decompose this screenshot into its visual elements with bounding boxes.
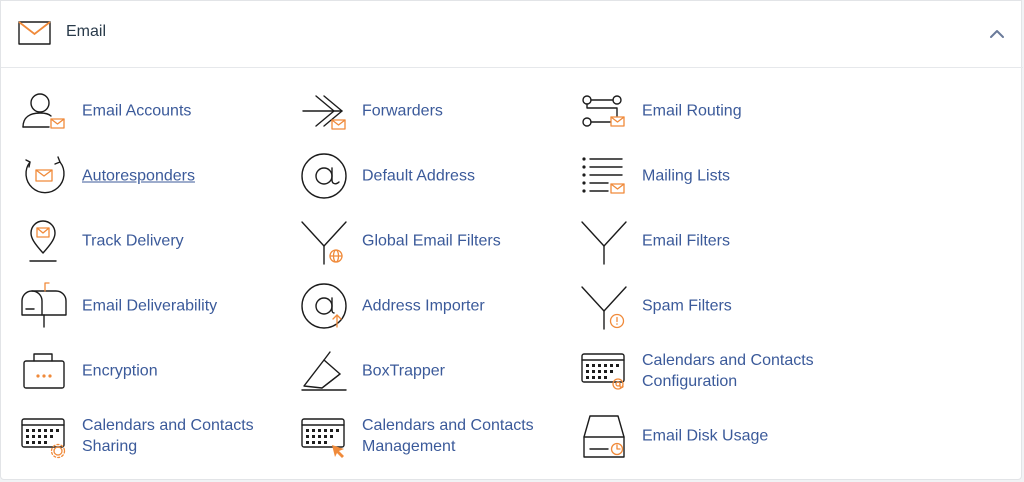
- email-accounts-icon: [22, 93, 65, 129]
- global-email-filters-link[interactable]: Global Email Filters: [300, 216, 520, 266]
- calendars-contacts-configuration-icon: [581, 353, 625, 390]
- spam-filters-icon: [581, 286, 627, 330]
- item-label: Email Accounts: [82, 102, 192, 120]
- calendars-contacts-configuration-link[interactable]: Calendars and Contacts Configuration: [580, 346, 840, 396]
- calendars-contacts-management-icon: [301, 418, 345, 458]
- encryption-icon: [23, 353, 65, 389]
- label-line-1: Calendars and Contacts: [362, 417, 534, 434]
- item-label: BoxTrapper: [362, 362, 445, 380]
- section-title: Email: [66, 23, 107, 40]
- track-delivery-icon: [29, 220, 57, 262]
- autoresponders-link[interactable]: Autoresponders: [20, 151, 240, 201]
- autoresponders-icon: [25, 156, 65, 194]
- email-deliverability-link[interactable]: Email Deliverability: [20, 281, 240, 331]
- label-line-1: Calendars and Contacts: [82, 417, 254, 434]
- item-label: Email Routing: [642, 102, 742, 120]
- email-filters-icon: [581, 221, 627, 265]
- section-header[interactable]: Email: [1, 1, 1023, 68]
- encryption-link[interactable]: Encryption: [20, 346, 240, 396]
- item-label: Forwarders: [362, 102, 443, 120]
- calendars-contacts-management-link[interactable]: Calendars and Contacts Management: [300, 411, 560, 461]
- label-line-2: Management: [362, 438, 456, 455]
- item-label: Mailing Lists: [642, 167, 731, 185]
- item-label: Email Disk Usage: [642, 427, 769, 445]
- track-delivery-link[interactable]: Track Delivery: [20, 216, 240, 266]
- address-importer-link[interactable]: Address Importer: [300, 281, 520, 331]
- item-label: Encryption: [82, 362, 158, 380]
- email-routing-icon: [582, 95, 625, 127]
- item-label: Track Delivery: [82, 232, 184, 250]
- item-label-multiline: Calendars and Contacts Configuration: [642, 350, 814, 392]
- item-label-multiline: Calendars and Contacts Sharing: [82, 415, 254, 457]
- forwarders-icon: [302, 95, 346, 130]
- calendars-contacts-sharing-link[interactable]: Calendars and Contacts Sharing: [20, 411, 280, 461]
- item-label-multiline: Calendars and Contacts Management: [362, 415, 534, 457]
- label-line-1: Calendars and Contacts: [642, 352, 814, 369]
- email-disk-usage-link[interactable]: Email Disk Usage: [580, 411, 800, 461]
- item-label: Global Email Filters: [362, 232, 501, 250]
- item-label: Default Address: [362, 167, 475, 185]
- item-label: Autoresponders: [82, 167, 195, 185]
- spam-filters-link[interactable]: Spam Filters: [580, 281, 800, 331]
- label-line-2: Sharing: [82, 438, 138, 455]
- email-filters-link[interactable]: Email Filters: [580, 216, 800, 266]
- default-address-icon: [301, 153, 347, 199]
- mailing-lists-icon: [582, 157, 625, 194]
- address-importer-icon: [301, 283, 347, 329]
- global-email-filters-icon: [301, 221, 347, 265]
- email-section-panel: Email Email Accounts Forwarders Email Ro…: [0, 0, 1023, 480]
- boxtrapper-icon: [301, 351, 347, 391]
- email-routing-link[interactable]: Email Routing: [580, 86, 800, 136]
- forwarders-link[interactable]: Forwarders: [300, 86, 520, 136]
- item-label: Email Filters: [642, 232, 731, 250]
- item-label: Email Deliverability: [82, 297, 218, 315]
- envelope-icon: [18, 21, 51, 45]
- email-deliverability-icon: [21, 282, 67, 328]
- email-disk-usage-icon: [583, 415, 625, 458]
- calendars-contacts-sharing-icon: [21, 418, 66, 459]
- email-accounts-link[interactable]: Email Accounts: [20, 86, 240, 136]
- default-address-link[interactable]: Default Address: [300, 151, 520, 201]
- boxtrapper-link[interactable]: BoxTrapper: [300, 346, 520, 396]
- mailing-lists-link[interactable]: Mailing Lists: [580, 151, 800, 201]
- item-label: Address Importer: [362, 297, 485, 315]
- item-label: Spam Filters: [642, 297, 732, 315]
- chevron-up-icon[interactable]: [987, 25, 1007, 43]
- label-line-2: Configuration: [642, 373, 738, 390]
